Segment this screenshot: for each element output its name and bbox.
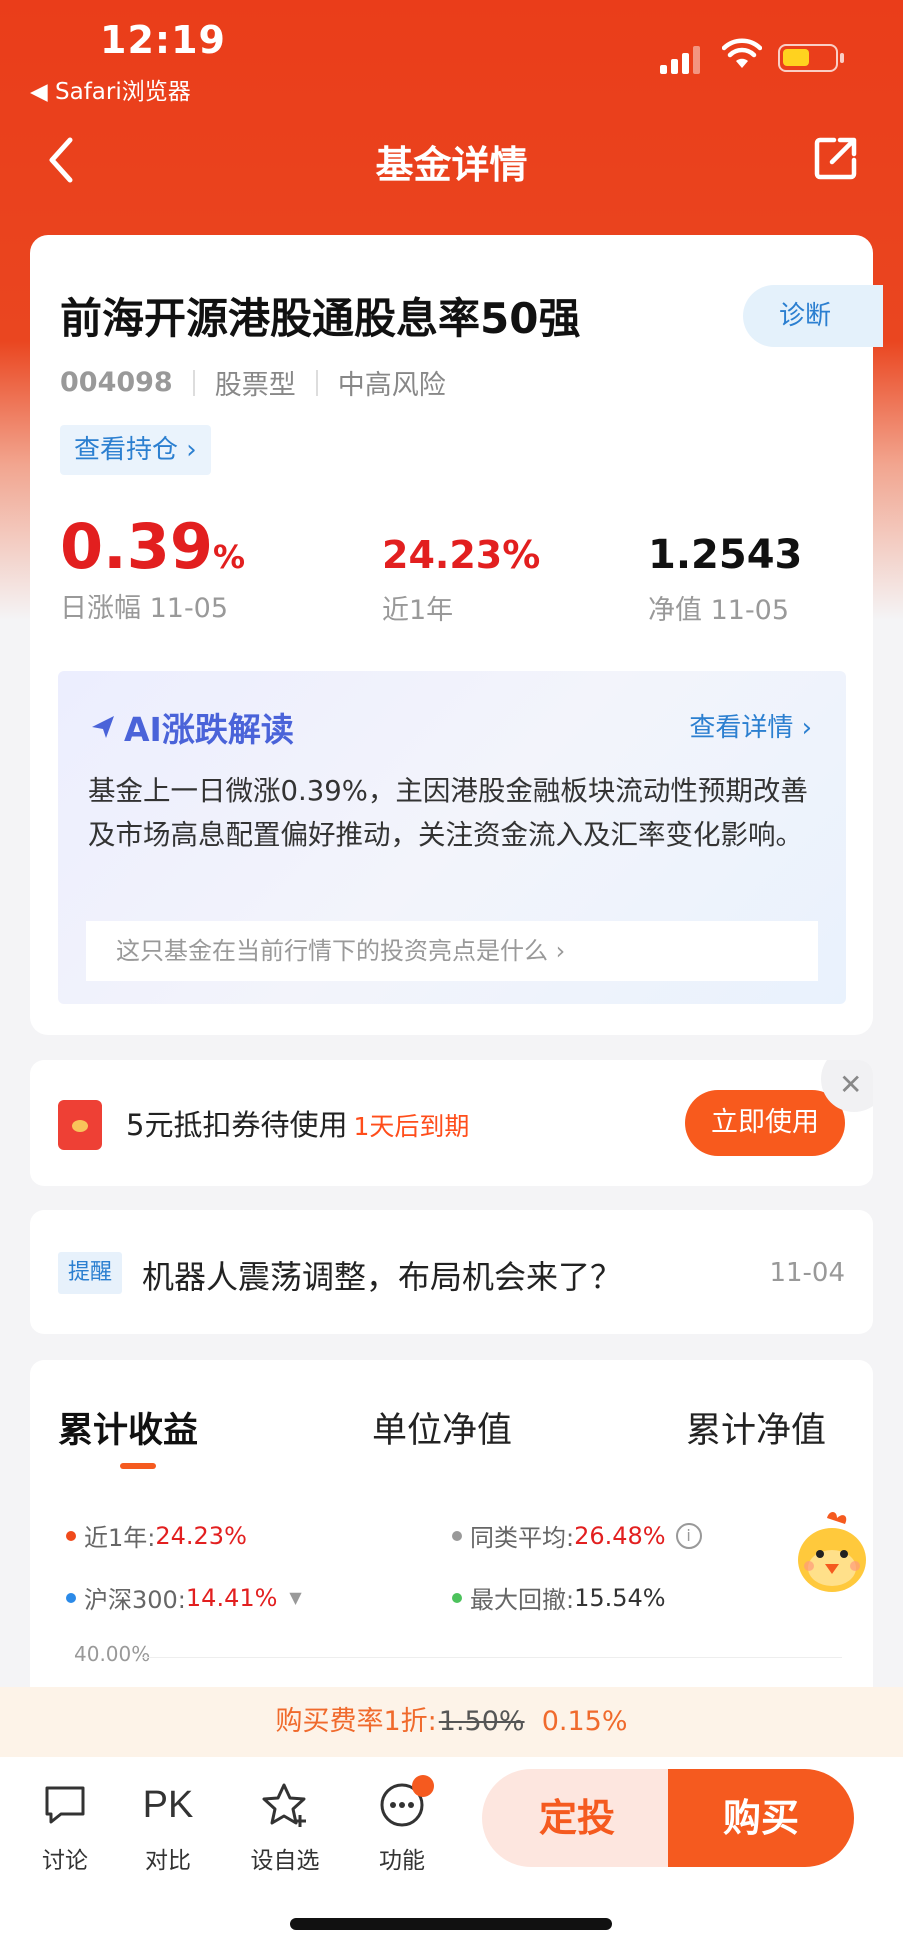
daily-change-label: 日涨幅 11-05 — [60, 593, 229, 625]
fee-discount-banner: 购买费率1折:1.50% 0.15% — [0, 1687, 903, 1757]
legend-label: 最大回撤: — [470, 1586, 575, 1614]
one-year-stat: 24.23% 近1年 — [382, 510, 540, 627]
view-holdings-button[interactable]: 查看持仓 › — [60, 425, 211, 475]
home-indicator[interactable] — [290, 1918, 612, 1930]
ai-analysis-panel: AI涨跌解读 查看详情 › 基金上一日微涨0.39%，主因港股金融板块流动性预期… — [58, 671, 846, 1004]
coupon-description: 5元抵扣券待使用 — [126, 1108, 348, 1142]
fund-name: 前海开源港股通股息率50强 — [60, 294, 581, 343]
pk-icon: PK — [142, 1783, 194, 1826]
tab-unit-nav[interactable]: 单位净值 — [372, 1402, 512, 1453]
ai-suggested-question[interactable]: 这只基金在当前行情下的投资亮点是什么 › — [86, 921, 818, 981]
fund-risk: 中高风险 — [337, 370, 446, 401]
one-year-label: 近1年 — [382, 595, 454, 626]
legend-value: 15.54% — [574, 1583, 666, 1612]
ai-title: AI涨跌解读 — [88, 703, 294, 751]
functions-button[interactable]: 功能 — [357, 1775, 447, 1875]
info-icon[interactable]: i — [675, 1522, 702, 1549]
legend-peer-average: 同类平均: 26.48% i — [452, 1518, 702, 1553]
back-to-safari-link[interactable]: ◀ Safari浏览器 — [30, 72, 191, 106]
tab-cumulative-return[interactable]: 累计收益 — [58, 1402, 198, 1453]
reminder-card[interactable]: 提醒 机器人震荡调整，布局机会来了？ 11-04 — [30, 1210, 873, 1334]
one-year-value: 24.23% — [382, 533, 541, 577]
mascot-chick-icon[interactable] — [787, 1508, 877, 1598]
functions-label: 功能 — [379, 1848, 425, 1874]
page-title: 基金详情 — [375, 143, 528, 187]
legend-label: 同类平均: — [470, 1524, 575, 1552]
divider — [192, 369, 195, 396]
coupon-card: 5元抵扣券待使用 1天后到期 立即使用 ✕ — [30, 1060, 873, 1186]
active-tab-indicator — [120, 1463, 156, 1469]
legend-dot — [66, 1592, 76, 1603]
cellular-signal-icon — [660, 44, 704, 74]
legend-dot — [452, 1530, 462, 1541]
legend-value: 26.48% — [574, 1521, 666, 1550]
reminder-title: 机器人震荡调整，布局机会来了？ — [142, 1258, 623, 1296]
diagnose-button[interactable]: 诊断 — [743, 285, 883, 347]
fee-original: 1.50% — [438, 1706, 525, 1737]
reminder-date: 11-04 — [769, 1258, 845, 1288]
legend-max-drawdown: 最大回撤: 15.54% — [452, 1580, 666, 1615]
nav-stat: 1.2543 净值 11-05 — [648, 510, 802, 627]
dropdown-caret-icon: ▼ — [289, 1588, 302, 1607]
y-axis-tick: 40.00% — [74, 1642, 151, 1666]
legend-dot — [452, 1592, 462, 1603]
legend-dot — [66, 1530, 76, 1541]
compare-label: 对比 — [145, 1848, 191, 1874]
fund-type: 股票型 — [214, 370, 296, 401]
coupon-text: 5元抵扣券待使用 1天后到期 — [126, 1102, 469, 1144]
buy-button[interactable]: 购买 — [668, 1769, 854, 1867]
status-bar: 12:19 ◀ Safari浏览器 — [0, 0, 903, 110]
nav-value: 1.2543 — [648, 532, 803, 578]
fund-overview-card: 前海开源港股通股息率50强 诊断 004098 股票型 中高风险 查看持仓 › … — [30, 235, 883, 1035]
performance-card: 累计收益 单位净值 累计净值 近1年: 24.23% 同类平均: 26.48% i … — [30, 1360, 873, 1720]
legend-one-year: 近1年: 24.23% — [66, 1518, 247, 1553]
discuss-button[interactable]: 讨论 — [20, 1777, 110, 1875]
coupon-expiry: 1天后到期 — [353, 1112, 470, 1141]
daily-change-value: 0.39 — [60, 510, 213, 583]
daily-change-unit: % — [212, 538, 246, 576]
close-icon: ✕ — [839, 1068, 863, 1101]
legend-value: 24.23% — [155, 1521, 247, 1550]
use-coupon-button[interactable]: 立即使用 — [685, 1090, 845, 1156]
red-envelope-icon — [58, 1100, 102, 1150]
chat-bubble-icon — [45, 1786, 85, 1824]
star-plus-icon — [262, 1783, 306, 1827]
grid-line — [142, 1657, 842, 1658]
fee-prefix: 购买费率1折: — [275, 1706, 437, 1737]
legend-value: 14.41% — [185, 1583, 278, 1612]
nav-label: 净值 11-05 — [648, 595, 790, 626]
fund-meta: 004098 股票型 中高风险 — [60, 363, 446, 402]
add-watchlist-button[interactable]: 设自选 — [240, 1777, 330, 1875]
reminder-tag: 提醒 — [58, 1252, 123, 1294]
status-time: 12:19 — [100, 18, 226, 62]
share-icon[interactable] — [812, 134, 860, 182]
fee-discounted: 0.15% — [541, 1706, 628, 1737]
divider — [315, 369, 318, 396]
legend-label: 近1年: — [84, 1524, 156, 1552]
ai-summary-text: 基金上一日微涨0.39%，主因港股金融板块流动性预期改善及市场高息配置偏好推动，… — [88, 775, 808, 851]
sip-button[interactable]: 定投 — [482, 1769, 672, 1867]
sparkle-icon — [92, 716, 114, 738]
daily-change-stat: 0.39% 日涨幅 11-05 — [60, 510, 245, 625]
ai-title-text: AI涨跌解读 — [124, 710, 294, 749]
discuss-label: 讨论 — [42, 1848, 88, 1874]
fund-code: 004098 — [60, 367, 173, 398]
add-watchlist-label: 设自选 — [250, 1848, 320, 1874]
compare-button[interactable]: PK 对比 — [123, 1777, 213, 1875]
ai-view-details-link[interactable]: 查看详情 › — [689, 707, 812, 744]
legend-csi300[interactable]: 沪深300: 14.41% ▼ — [66, 1580, 302, 1615]
wifi-icon — [722, 38, 762, 68]
tab-cumulative-nav[interactable]: 累计净值 — [686, 1402, 826, 1453]
battery-icon — [778, 44, 844, 72]
notification-badge — [412, 1775, 434, 1797]
legend-label: 沪深300: — [84, 1586, 186, 1614]
